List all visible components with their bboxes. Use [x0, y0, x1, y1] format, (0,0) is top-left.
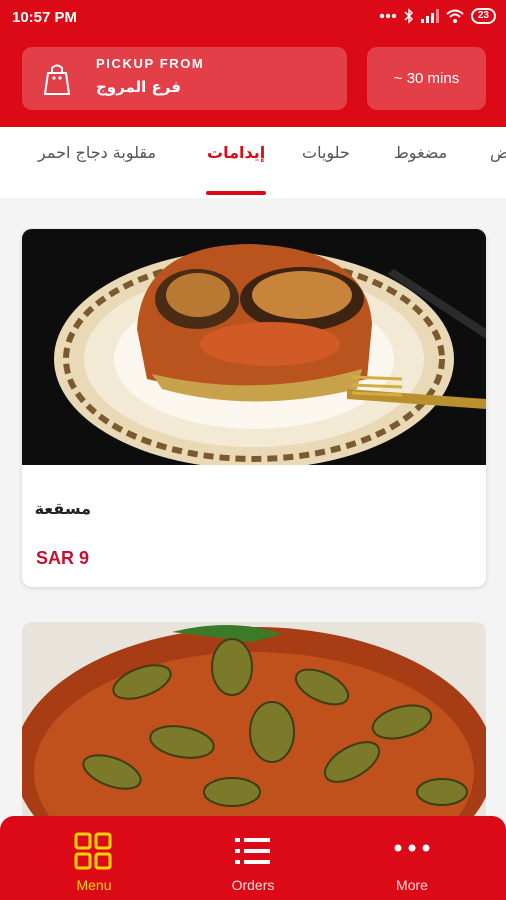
bottom-navigation: Menu Orders More [0, 816, 506, 900]
signal-icon [420, 9, 439, 23]
shopping-bag-icon [43, 64, 71, 95]
bluetooth-icon [404, 8, 413, 24]
more-dots-icon [379, 13, 397, 19]
app-header: 10:57 PM 23 PICKUP FROM فرع المروج ~ 30 … [0, 0, 506, 127]
pickup-label: PICKUP FROM [96, 56, 205, 71]
nav-label: More [396, 877, 428, 893]
product-name: مسقعة [34, 499, 91, 518]
battery-indicator: 23 [470, 8, 496, 24]
category-tabs: مقلوبة دجاج احمر إيدامات حلويات مضغوط ض [0, 127, 506, 198]
product-card[interactable] [22, 622, 486, 822]
list-icon [235, 838, 270, 864]
tab-category[interactable]: حلويات [302, 143, 350, 162]
product-price: SAR 9 [36, 548, 90, 568]
nav-more[interactable]: More [332, 816, 492, 900]
status-icons: 23 [379, 8, 496, 24]
nav-orders[interactable]: Orders [173, 816, 333, 900]
status-bar: 10:57 PM 23 [0, 0, 506, 38]
dots-icon [394, 844, 430, 852]
pickup-branch-selector[interactable]: PICKUP FROM فرع المروج [22, 47, 347, 110]
grid-icon [74, 832, 112, 870]
nav-label: Orders [231, 877, 275, 893]
tab-category-active[interactable]: إيدامات [207, 143, 265, 162]
product-image [22, 229, 486, 465]
eta-badge[interactable]: ~ 30 mins [367, 47, 486, 110]
product-card[interactable]: مسقعة SAR 9 [22, 229, 486, 587]
tab-category[interactable]: ض [490, 143, 506, 162]
branch-name: فرع المروج [96, 78, 181, 96]
tab-category[interactable]: مضغوط [394, 143, 447, 162]
tab-category[interactable]: مقلوبة دجاج احمر [38, 143, 156, 162]
nav-menu[interactable]: Menu [14, 816, 174, 900]
product-image [22, 622, 486, 822]
wifi-icon [446, 9, 464, 23]
nav-label: Menu [76, 877, 112, 893]
tab-active-indicator [206, 191, 266, 195]
status-time: 10:57 PM [12, 9, 78, 26]
